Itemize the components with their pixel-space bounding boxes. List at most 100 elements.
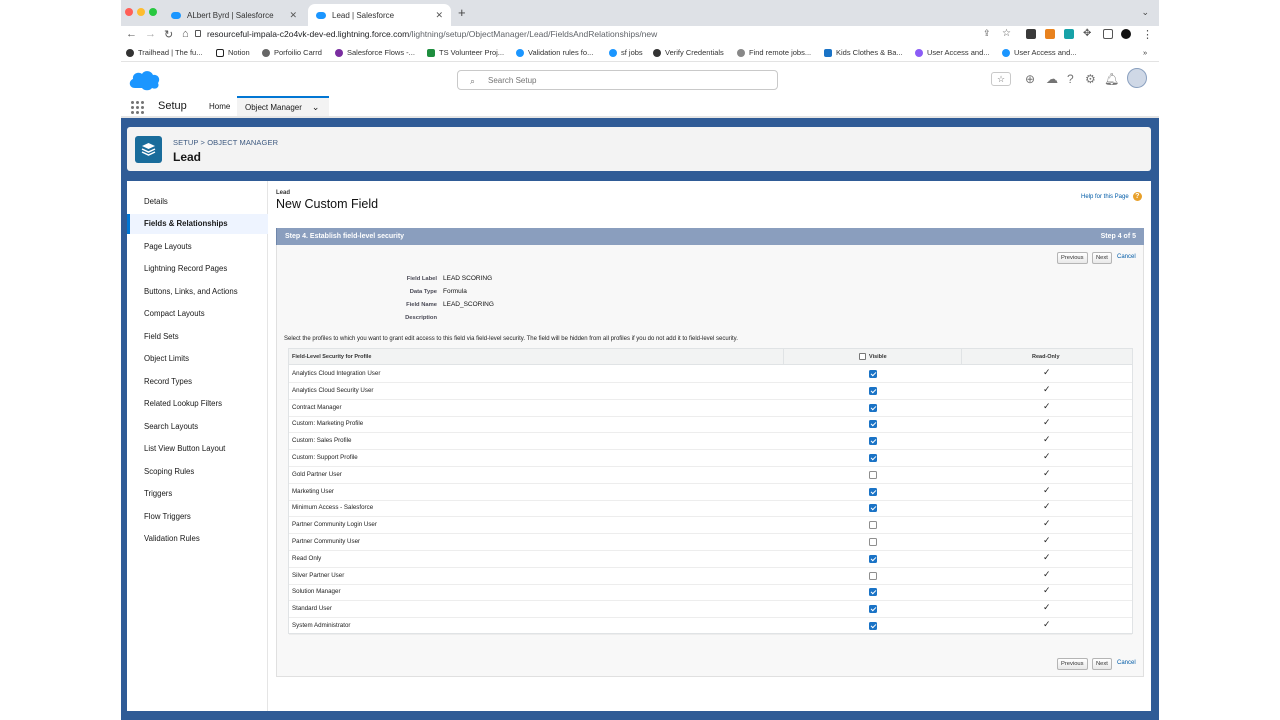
back-arrow-icon[interactable]: ←: [126, 28, 137, 40]
forward-arrow-icon[interactable]: →: [145, 28, 156, 40]
bookmark-notion[interactable]: Notion: [216, 48, 250, 57]
sidebar-item-related-lookup-filters[interactable]: Related Lookup Filters: [127, 394, 268, 414]
user-avatar-icon[interactable]: [1127, 68, 1147, 88]
visible-checkbox[interactable]: [869, 538, 877, 546]
notifications-bell-icon[interactable]: 🔔︎: [1104, 72, 1119, 86]
reload-icon[interactable]: ↻: [164, 28, 173, 41]
sidebar-item-validation-rules[interactable]: Validation Rules: [127, 529, 268, 549]
bookmark-validation-rules[interactable]: Validation rules fo...: [516, 48, 593, 57]
read-only-checkmark-icon[interactable]: ✓: [1043, 451, 1051, 462]
sidebar-item-buttons-links-and-actions[interactable]: Buttons, Links, and Actions: [127, 281, 268, 301]
read-only-checkmark-icon[interactable]: ✓: [1043, 552, 1051, 563]
bookmark-trailhead[interactable]: Trailhead | The fu...: [126, 48, 202, 57]
share-icon[interactable]: ⇪: [983, 28, 991, 39]
bookmark-ts-volunteer[interactable]: TS Volunteer Proj...: [427, 48, 504, 57]
visible-checkbox[interactable]: [869, 554, 877, 563]
browser-tab-lead[interactable]: Lead | Salesforce ✕: [308, 4, 451, 26]
cancel-link-bottom[interactable]: Cancel: [1117, 660, 1136, 666]
visible-checkbox[interactable]: [869, 420, 877, 429]
lock-icon[interactable]: [195, 30, 201, 37]
bookmark-verify-credentials[interactable]: Verify Credentials: [653, 48, 724, 57]
visible-checkbox[interactable]: [869, 437, 877, 446]
next-button-top[interactable]: Next: [1092, 252, 1112, 264]
bookmark-salesforce-flows[interactable]: Salesforce Flows -...: [335, 48, 415, 57]
extension-icon[interactable]: [1064, 29, 1074, 39]
tab-search-chevron-icon[interactable]: ⌄: [1141, 7, 1149, 18]
sidebar-item-page-layouts[interactable]: Page Layouts: [127, 236, 268, 256]
visible-checkbox[interactable]: [869, 403, 877, 412]
extension-icon[interactable]: [1026, 29, 1036, 39]
visible-select-all-checkbox[interactable]: [859, 353, 866, 360]
next-button-bottom[interactable]: Next: [1092, 658, 1112, 670]
read-only-checkmark-icon[interactable]: ✓: [1043, 401, 1051, 412]
help-for-this-page-link[interactable]: Help for this Page?: [1081, 192, 1142, 201]
minimize-window-button[interactable]: [137, 8, 145, 16]
more-bookmarks-chevron[interactable]: »: [1143, 48, 1147, 57]
visible-checkbox[interactable]: [869, 454, 877, 462]
sidebar-item-details[interactable]: Details: [127, 191, 268, 211]
read-only-checkmark-icon[interactable]: ✓: [1043, 367, 1051, 378]
salesforce-logo-icon[interactable]: [127, 68, 161, 92]
chevron-down-icon[interactable]: ⌄: [312, 102, 320, 113]
visible-checkbox[interactable]: [869, 521, 877, 530]
sidebar-item-record-types[interactable]: Record Types: [127, 371, 268, 391]
sidebar-item-list-view-button-layout[interactable]: List View Button Layout: [127, 439, 268, 459]
app-launcher-waffle-icon[interactable]: [131, 101, 144, 114]
read-only-checkmark-icon[interactable]: ✓: [1043, 417, 1051, 428]
bookmark-star-icon[interactable]: ☆: [1002, 28, 1011, 39]
visible-checkbox[interactable]: [869, 622, 877, 630]
url-field[interactable]: resourceful-impala-c2o4vk-dev-ed.lightni…: [207, 29, 657, 39]
read-only-checkmark-icon[interactable]: ✓: [1043, 619, 1051, 630]
help-question-icon[interactable]: ?: [1067, 72, 1074, 86]
cancel-link-top[interactable]: Cancel: [1117, 254, 1136, 260]
browser-tab-albert[interactable]: ALbert Byrd | Salesforce ✕: [163, 4, 305, 26]
sidebar-item-triggers[interactable]: Triggers: [127, 484, 268, 504]
breadcrumb-object-manager-link[interactable]: OBJECT MANAGER: [207, 138, 278, 147]
home-icon[interactable]: ⌂: [182, 28, 189, 40]
trailhead-cloud-icon[interactable]: ☁: [1046, 72, 1058, 86]
sidebar-panel-icon[interactable]: [1103, 29, 1113, 39]
tab-home[interactable]: Home: [201, 96, 238, 116]
visible-checkbox[interactable]: [869, 605, 877, 614]
bookmark-user-access-1[interactable]: User Access and...: [915, 48, 990, 57]
visible-checkbox[interactable]: [869, 370, 877, 378]
breadcrumb-setup-link[interactable]: SETUP: [173, 138, 198, 147]
visible-checkbox[interactable]: [869, 470, 877, 479]
extensions-puzzle-icon[interactable]: ✥: [1083, 28, 1091, 39]
sidebar-item-fields-relationships[interactable]: Fields & Relationships: [127, 213, 268, 234]
close-window-button[interactable]: [125, 8, 133, 16]
visible-checkbox[interactable]: [869, 487, 877, 496]
sidebar-item-flow-triggers[interactable]: Flow Triggers: [127, 506, 268, 526]
bookmark-user-access-2[interactable]: User Access and...: [1002, 48, 1077, 57]
sidebar-item-object-limits[interactable]: Object Limits: [127, 349, 268, 369]
bookmark-portfolio[interactable]: Porfoilio Carrd: [262, 48, 322, 57]
previous-button-top[interactable]: Previous: [1057, 252, 1088, 264]
read-only-checkmark-icon[interactable]: ✓: [1043, 535, 1051, 546]
bookmark-remote-jobs[interactable]: Find remote jobs...: [737, 48, 811, 57]
sidebar-item-lightning-record-pages[interactable]: Lightning Record Pages: [127, 259, 268, 279]
visible-checkbox[interactable]: [869, 571, 877, 580]
read-only-checkmark-icon[interactable]: ✓: [1043, 501, 1051, 512]
read-only-checkmark-icon[interactable]: ✓: [1043, 569, 1051, 580]
global-actions-add-icon[interactable]: ⊕: [1025, 72, 1035, 86]
close-tab-icon[interactable]: ✕: [289, 10, 297, 21]
read-only-checkmark-icon[interactable]: ✓: [1043, 384, 1051, 395]
favorites-star-icon[interactable]: ☆: [991, 72, 1011, 86]
read-only-checkmark-icon[interactable]: ✓: [1043, 602, 1051, 613]
sidebar-item-scoping-rules[interactable]: Scoping Rules: [127, 461, 268, 481]
read-only-checkmark-icon[interactable]: ✓: [1043, 434, 1051, 445]
more-menu-icon[interactable]: ⋮: [1142, 28, 1153, 41]
profile-avatar-icon[interactable]: [1121, 29, 1131, 39]
visible-checkbox[interactable]: [869, 504, 877, 513]
new-tab-icon[interactable]: +: [458, 5, 466, 20]
read-only-checkmark-icon[interactable]: ✓: [1043, 485, 1051, 496]
read-only-checkmark-icon[interactable]: ✓: [1043, 468, 1051, 479]
tab-object-manager[interactable]: Object Manager ⌄: [237, 96, 329, 116]
bookmark-kids-clothes[interactable]: Kids Clothes & Ba...: [824, 48, 903, 57]
sidebar-item-search-layouts[interactable]: Search Layouts: [127, 416, 268, 436]
previous-button-bottom[interactable]: Previous: [1057, 658, 1088, 670]
sidebar-item-compact-layouts[interactable]: Compact Layouts: [127, 304, 268, 324]
read-only-checkmark-icon[interactable]: ✓: [1043, 518, 1051, 529]
search-setup-input[interactable]: ⌕ Search Setup: [457, 70, 778, 90]
sidebar-item-field-sets[interactable]: Field Sets: [127, 326, 268, 346]
